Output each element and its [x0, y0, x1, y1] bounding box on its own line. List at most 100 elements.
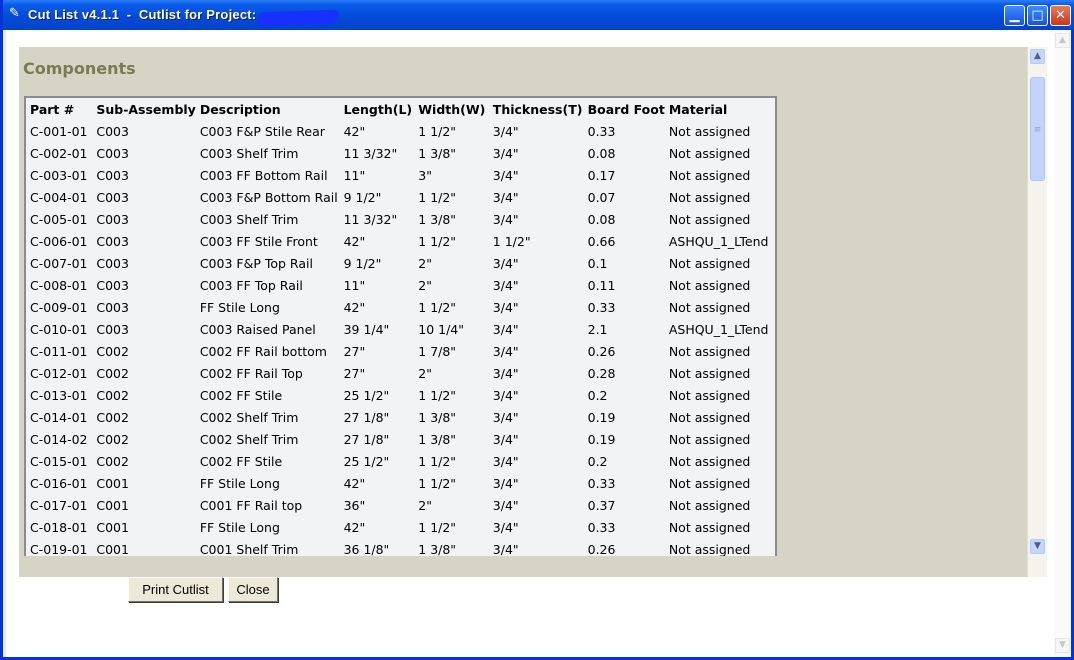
cell-part-number: C-017-01 [30, 497, 88, 513]
cell-part-number: C-012-01 [30, 365, 88, 381]
maximize-button[interactable]: □ [1027, 5, 1048, 26]
cell-thickness: 3/4" [492, 541, 519, 557]
title-bar[interactable]: ✎ Cut List v4.1.1 - Cutlist for Project:… [3, 0, 1074, 30]
cell-width: 2" [418, 365, 432, 381]
cell-length: 27" [343, 365, 366, 381]
chevron-up-icon: ▲ [1034, 51, 1041, 61]
cell-material: ASHQU_1_LTend [668, 233, 769, 249]
cell-description: C003 FF Bottom Rail [199, 167, 328, 183]
cell-material: Not assigned [668, 211, 751, 227]
cell-length: 11 3/32" [343, 145, 398, 161]
cell-sub-assembly: C001 [96, 497, 129, 513]
cell-thickness: 3/4" [492, 431, 519, 447]
cell-width: 3" [418, 167, 432, 183]
table-row: C-007-01 C003 C003 F&P Top Rail 9 1/2" 2" 3/4… [26, 252, 775, 274]
cell-part-number: C-001-01 [30, 123, 88, 139]
cell-width: 2" [418, 255, 432, 271]
cell-material: Not assigned [668, 497, 751, 513]
client-area: Components Part # Sub-Assembly Description… [6, 30, 1071, 657]
window-scrollbar[interactable]: ▲ ▼ [1054, 30, 1071, 657]
cell-length: 11" [343, 277, 366, 293]
table-row: C-017-01 C001 C001 FF Rail top 36" 2" 3/4" 0.3… [26, 494, 775, 516]
cell-width: 1 1/2" [418, 453, 457, 469]
cell-thickness: 1 1/2" [492, 233, 531, 249]
window-scroll-down-button[interactable]: ▼ [1055, 638, 1070, 653]
column-header-board-foot: Board Foot [587, 101, 665, 117]
cell-length: 11" [343, 167, 366, 183]
cell-part-number: C-014-02 [30, 431, 88, 447]
cell-board-foot: 0.2 [587, 453, 608, 469]
pencil-icon: ✎ [9, 6, 20, 21]
cell-description: C003 FF Stile Front [199, 233, 318, 249]
cell-sub-assembly: C003 [96, 211, 129, 227]
cell-material: Not assigned [668, 277, 751, 293]
cell-width: 2" [418, 277, 432, 293]
column-header-width: Width(W) [418, 101, 486, 117]
cell-board-foot: 0.08 [587, 145, 616, 161]
table-row: C-001-01 C003 C003 F&P Stile Rear 42" 1 1/2"… [26, 120, 775, 142]
cell-width: 10 1/4" [418, 321, 465, 337]
close-button[interactable]: Close [228, 577, 278, 602]
cell-sub-assembly: C002 [96, 431, 129, 447]
panel-scrollbar[interactable]: ▲ ≡ ▼ [1027, 47, 1047, 577]
cell-material: Not assigned [668, 541, 751, 557]
app-window: ✎ Cut List v4.1.1 - Cutlist for Project:… [0, 0, 1074, 660]
cell-board-foot: 0.07 [587, 189, 616, 205]
window-scroll-up-button[interactable]: ▲ [1055, 33, 1070, 48]
cell-description: FF Stile Long [199, 519, 280, 535]
cell-board-foot: 0.1 [587, 255, 608, 271]
cell-part-number: C-008-01 [30, 277, 88, 293]
redacted-project-name [256, 9, 340, 27]
cell-width: 1 1/2" [418, 475, 457, 491]
cell-material: ASHQU_1_LTend [668, 321, 769, 337]
table-row: C-010-01 C003 C003 Raised Panel 39 1/4" 10 1… [26, 318, 775, 340]
cell-thickness: 3/4" [492, 255, 519, 271]
column-header-thickness: Thickness(T) [492, 101, 583, 117]
cell-sub-assembly: C001 [96, 475, 129, 491]
minimize-button[interactable]: ▁ [1004, 5, 1025, 26]
cell-length: 39 1/4" [343, 321, 390, 337]
cell-description: C002 FF Rail bottom [199, 343, 327, 359]
cell-part-number: C-011-01 [30, 343, 88, 359]
cell-part-number: C-015-01 [30, 453, 88, 469]
cell-thickness: 3/4" [492, 145, 519, 161]
cell-part-number: C-019-01 [30, 541, 88, 557]
cell-sub-assembly: C001 [96, 519, 129, 535]
cell-description: C003 F&P Bottom Rail [199, 189, 338, 205]
column-header-sub-assembly: Sub-Assembly [96, 101, 196, 117]
cell-part-number: C-018-01 [30, 519, 88, 535]
cell-description: C003 Raised Panel [199, 321, 316, 337]
cell-thickness: 3/4" [492, 409, 519, 425]
cell-part-number: C-009-01 [30, 299, 88, 315]
cell-width: 1 3/8" [418, 145, 457, 161]
cell-board-foot: 0.28 [587, 365, 616, 381]
cell-thickness: 3/4" [492, 277, 519, 293]
cell-description: C002 Shelf Trim [199, 431, 299, 447]
column-header-length: Length(L) [343, 101, 413, 117]
scroll-down-button[interactable]: ▼ [1030, 539, 1045, 554]
cell-length: 27 1/8" [343, 409, 390, 425]
scroll-up-button[interactable]: ▲ [1030, 49, 1045, 64]
close-window-button[interactable]: ✕ [1050, 5, 1071, 26]
cell-material: Not assigned [668, 519, 751, 535]
print-cutlist-button[interactable]: Print Cutlist [128, 577, 223, 602]
cell-sub-assembly: C003 [96, 255, 129, 271]
cell-sub-assembly: C001 [96, 541, 129, 557]
cell-description: C002 FF Rail Top [199, 365, 303, 381]
scroll-thumb[interactable]: ≡ [1030, 77, 1045, 181]
grip-icon: ≡ [1033, 125, 1042, 135]
cell-sub-assembly: C002 [96, 453, 129, 469]
cell-material: Not assigned [668, 431, 751, 447]
cell-material: Not assigned [668, 123, 751, 139]
cell-length: 9 1/2" [343, 189, 382, 205]
cell-length: 36" [343, 497, 366, 513]
table-row: C-006-01 C003 C003 FF Stile Front 42" 1 1/2"… [26, 230, 775, 252]
cell-thickness: 3/4" [492, 167, 519, 183]
cell-description: C003 FF Top Rail [199, 277, 303, 293]
table-row: C-012-01 C002 C002 FF Rail Top 27" 2" 3/4" 0.2… [26, 362, 775, 384]
cell-width: 1 3/8" [418, 211, 457, 227]
cell-width: 1 7/8" [418, 343, 457, 359]
cell-length: 42" [343, 123, 366, 139]
cell-length: 42" [343, 299, 366, 315]
cell-part-number: C-005-01 [30, 211, 88, 227]
